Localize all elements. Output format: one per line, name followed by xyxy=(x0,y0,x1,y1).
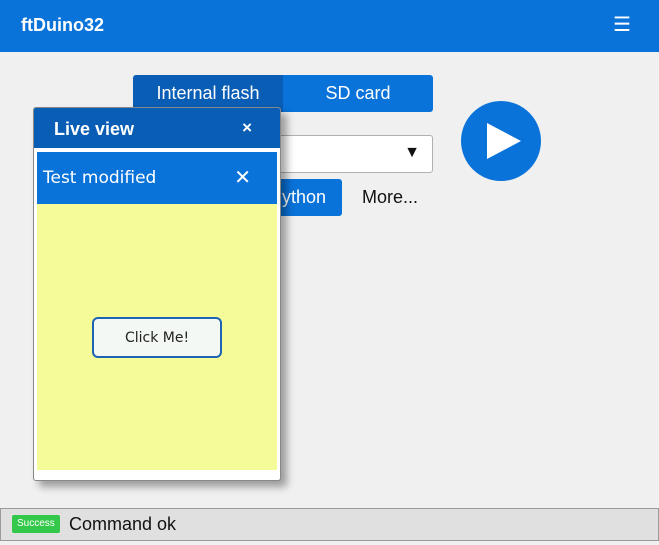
play-icon xyxy=(487,123,521,159)
hamburger-menu-icon[interactable]: ☰ xyxy=(613,13,631,37)
live-view-close-icon[interactable]: × xyxy=(242,118,252,138)
status-message: Command ok xyxy=(69,514,177,534)
more-button[interactable]: More... xyxy=(350,179,430,216)
status-bar: Success Command ok xyxy=(0,508,659,541)
live-view-title: Live view xyxy=(54,119,135,139)
live-view-dialog: Live view × Test modified ✕ Click Me! xyxy=(33,107,281,481)
tab-sd-card[interactable]: SD card xyxy=(283,75,433,112)
panel-title: Test modified xyxy=(43,168,157,188)
panel-header: Test modified ✕ xyxy=(37,152,277,204)
click-me-button[interactable]: Click Me! xyxy=(92,317,222,358)
dropdown-arrow-icon: ▼ xyxy=(404,144,420,161)
status-badge: Success xyxy=(12,515,60,533)
panel-body: Click Me! xyxy=(37,204,277,470)
app-title: ftDuino32 xyxy=(21,15,104,35)
panel-close-icon[interactable]: ✕ xyxy=(234,165,251,190)
app-header: ftDuino32 ☰ xyxy=(0,0,659,52)
file-select[interactable]: ▼ xyxy=(258,135,433,173)
live-view-header: Live view × xyxy=(34,108,280,148)
run-button[interactable] xyxy=(461,101,541,181)
